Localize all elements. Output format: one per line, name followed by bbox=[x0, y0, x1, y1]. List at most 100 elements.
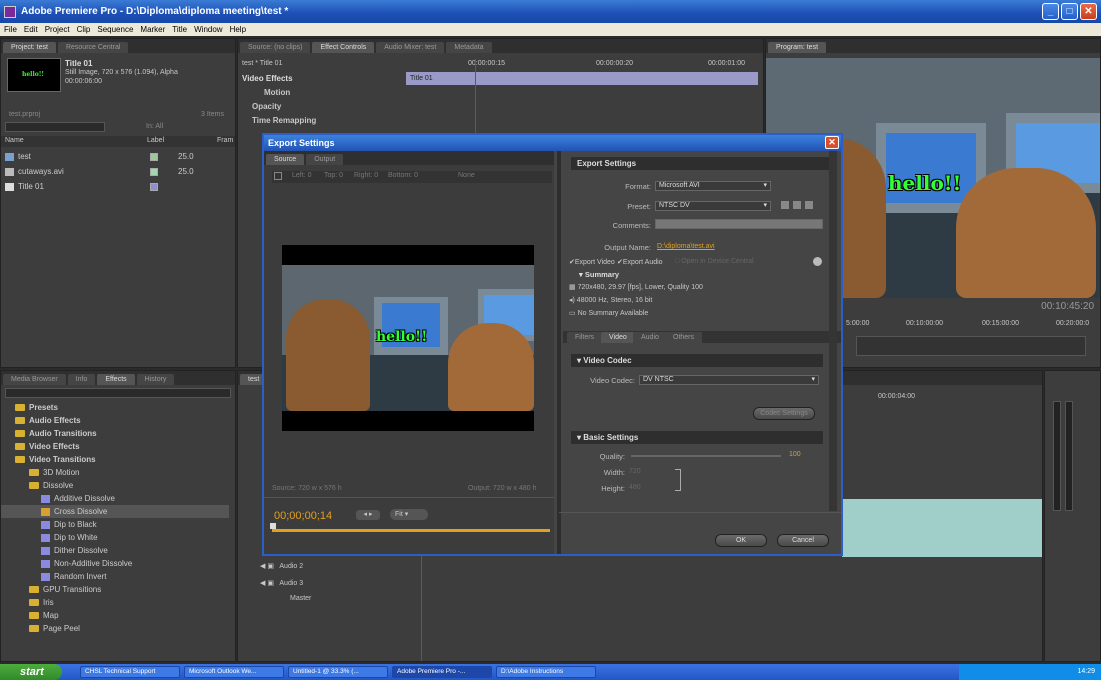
preset-dropdown[interactable]: NTSC DV ▾ bbox=[655, 201, 771, 211]
codec-settings-button[interactable]: Codec Settings bbox=[753, 407, 815, 420]
import-preset-icon[interactable] bbox=[793, 201, 801, 209]
save-preset-icon[interactable] bbox=[781, 201, 789, 209]
menu-help[interactable]: Help bbox=[230, 25, 246, 34]
crop-right[interactable]: Right: 0 bbox=[354, 172, 378, 179]
export-video-checkbox[interactable]: ✔Export Video bbox=[569, 258, 615, 266]
tree-item-video-transitions[interactable]: Video Transitions bbox=[1, 453, 229, 466]
menu-marker[interactable]: Marker bbox=[140, 25, 165, 34]
tab-source-crop[interactable]: Source bbox=[266, 154, 305, 165]
tree-item-iris[interactable]: Iris bbox=[1, 596, 229, 609]
project-item[interactable]: Title 01 bbox=[1, 179, 235, 194]
step-frame-buttons[interactable]: ◂ ▸ bbox=[356, 510, 380, 520]
tree-item-3d-motion[interactable]: 3D Motion bbox=[1, 466, 229, 479]
basic-settings-header[interactable]: ▾ Basic Settings bbox=[571, 431, 823, 444]
ok-button[interactable]: OK bbox=[715, 534, 767, 547]
tab-effects[interactable]: Effects bbox=[97, 374, 135, 385]
crop-left[interactable]: Left: 0 bbox=[292, 172, 311, 179]
project-item[interactable]: cutaways.avi 25.0 bbox=[1, 164, 235, 179]
export-audio-checkbox[interactable]: ✔Export Audio bbox=[617, 258, 663, 266]
minimize-button[interactable]: _ bbox=[1042, 3, 1059, 20]
tab-source[interactable]: Source: (no clips) bbox=[240, 42, 311, 53]
pane-divider[interactable] bbox=[557, 151, 561, 554]
tab-media-browser[interactable]: Media Browser bbox=[3, 374, 66, 385]
comments-input[interactable] bbox=[655, 219, 823, 229]
effect-opacity[interactable]: Opacity bbox=[252, 102, 281, 111]
tree-item-audio-effects[interactable]: Audio Effects bbox=[1, 414, 229, 427]
menu-project[interactable]: Project bbox=[45, 25, 70, 34]
taskbar-item-premiere[interactable]: Adobe Premiere Pro -... bbox=[392, 666, 492, 678]
tab-info[interactable]: Info bbox=[67, 374, 96, 385]
close-window-button[interactable]: ✕ bbox=[1080, 3, 1097, 20]
video-codec-header[interactable]: ▾ Video Codec bbox=[571, 354, 823, 367]
tree-item-video-effects[interactable]: Video Effects bbox=[1, 440, 229, 453]
track-master[interactable]: Master bbox=[290, 595, 311, 602]
output-name-link[interactable]: D:\diploma\test.avi bbox=[657, 243, 715, 250]
tree-item-dip-to-black[interactable]: Dip to Black bbox=[1, 518, 229, 531]
tab-others[interactable]: Others bbox=[665, 332, 703, 343]
settings-scrollbar[interactable] bbox=[829, 151, 837, 511]
crop-ratio-dropdown[interactable]: None bbox=[458, 172, 475, 179]
tree-item-random-invert[interactable]: Random Invert bbox=[1, 570, 229, 583]
tree-item-audio-transitions[interactable]: Audio Transitions bbox=[1, 427, 229, 440]
dialog-close-button[interactable]: ✕ bbox=[825, 136, 839, 149]
project-search-input[interactable] bbox=[5, 122, 105, 132]
clip-bar[interactable]: Title 01 bbox=[406, 72, 758, 85]
menu-sequence[interactable]: Sequence bbox=[97, 25, 133, 34]
video-codec-dropdown[interactable]: DV NTSC ▾ bbox=[639, 375, 819, 385]
taskbar-item-photoshop[interactable]: Untitled-1 @ 33.3% (... bbox=[288, 666, 388, 678]
column-label[interactable]: Label bbox=[147, 137, 164, 144]
column-frame-rate[interactable]: Fram bbox=[217, 137, 233, 144]
track-audio-2[interactable]: ◀ ▣ Audio 2 bbox=[260, 562, 303, 570]
tree-item-dissolve[interactable]: Dissolve bbox=[1, 479, 229, 492]
tree-item-dither-dissolve[interactable]: Dither Dissolve bbox=[1, 544, 229, 557]
menu-file[interactable]: File bbox=[4, 25, 17, 34]
format-dropdown[interactable]: Microsoft AVI ▾ bbox=[655, 181, 771, 191]
taskbar-item-outlook[interactable]: Microsoft Outlook We... bbox=[184, 666, 284, 678]
effects-search-input[interactable] bbox=[5, 388, 231, 398]
menu-title[interactable]: Title bbox=[172, 25, 187, 34]
tab-effect-controls[interactable]: Effect Controls bbox=[312, 42, 375, 53]
tab-audio-mixer[interactable]: Audio Mixer: test bbox=[376, 42, 445, 53]
tree-item-dip-to-white[interactable]: Dip to White bbox=[1, 531, 229, 544]
track-audio-3[interactable]: ◀ ▣ Audio 3 bbox=[260, 579, 303, 587]
device-central-checkbox[interactable]: □ Open in Device Central bbox=[675, 258, 754, 265]
width-value[interactable]: 720 bbox=[629, 468, 641, 475]
tab-metadata[interactable]: Metadata bbox=[446, 42, 492, 53]
aspect-link-icon[interactable] bbox=[675, 469, 681, 491]
tab-resource-central[interactable]: Resource Central bbox=[57, 42, 129, 53]
menu-edit[interactable]: Edit bbox=[24, 25, 38, 34]
taskbar-item-explorer[interactable]: D:\Adobe Instructions bbox=[496, 666, 596, 678]
scrub-bar[interactable] bbox=[272, 529, 550, 532]
crop-top[interactable]: Top: 0 bbox=[324, 172, 343, 179]
tree-item-page-peel[interactable]: Page Peel bbox=[1, 622, 229, 635]
tree-item-gpu-transitions[interactable]: GPU Transitions bbox=[1, 583, 229, 596]
scrub-handle[interactable] bbox=[270, 523, 276, 529]
dialog-timecode[interactable]: 00;00;00;14 bbox=[274, 510, 332, 522]
tree-item-non-additive-dissolve[interactable]: Non-Additive Dissolve bbox=[1, 557, 229, 570]
tab-history[interactable]: History bbox=[136, 374, 175, 385]
search-in-dropdown[interactable]: In: All bbox=[146, 123, 163, 130]
height-value[interactable]: 480 bbox=[629, 484, 641, 491]
summary-header[interactable]: ▾ Summary bbox=[579, 270, 619, 279]
tree-item-map[interactable]: Map bbox=[1, 609, 229, 622]
maximize-button[interactable]: □ bbox=[1061, 3, 1078, 20]
effect-motion[interactable]: Motion bbox=[264, 88, 290, 97]
quality-slider[interactable] bbox=[631, 455, 781, 457]
tab-video[interactable]: Video bbox=[601, 332, 635, 343]
tab-program[interactable]: Program: test bbox=[768, 42, 827, 53]
crop-icon[interactable] bbox=[274, 172, 282, 180]
fit-dropdown[interactable]: Fit ▾ bbox=[390, 509, 428, 520]
quality-value[interactable]: 100 bbox=[789, 451, 801, 458]
crop-bottom[interactable]: Bottom: 0 bbox=[388, 172, 418, 179]
playback-controls[interactable] bbox=[856, 336, 1086, 356]
menu-window[interactable]: Window bbox=[194, 25, 222, 34]
tree-item-presets[interactable]: Presets bbox=[1, 401, 229, 414]
tree-item-cross-dissolve[interactable]: Cross Dissolve bbox=[1, 505, 229, 518]
tab-filters[interactable]: Filters bbox=[567, 332, 603, 343]
delete-preset-icon[interactable] bbox=[805, 201, 813, 209]
column-name[interactable]: Name bbox=[5, 137, 24, 144]
tab-audio[interactable]: Audio bbox=[633, 332, 667, 343]
tab-output-preview[interactable]: Output bbox=[306, 154, 344, 165]
start-button[interactable]: start bbox=[0, 664, 62, 680]
menu-clip[interactable]: Clip bbox=[77, 25, 91, 34]
